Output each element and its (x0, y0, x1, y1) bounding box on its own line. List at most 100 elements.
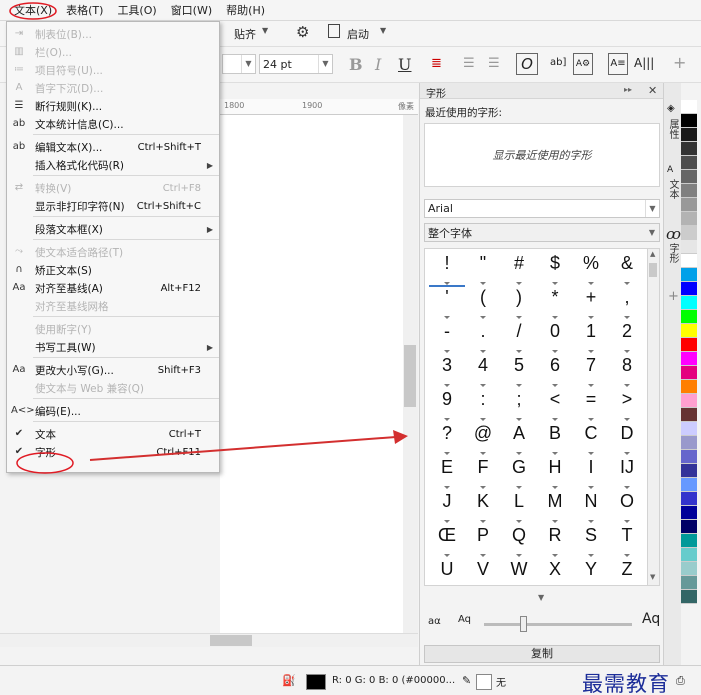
glyph-cell[interactable]: X (537, 559, 573, 585)
paste-dropdown-icon[interactable]: ▼ (262, 26, 268, 35)
menu-table[interactable]: 表格(T) (66, 2, 103, 18)
glyph-cell[interactable]: ' (429, 287, 465, 321)
palette-swatch[interactable] (681, 198, 697, 212)
glyph-cell[interactable]: 8 (609, 355, 645, 389)
palette-swatch[interactable] (681, 366, 697, 380)
glyph-cell[interactable]: M (537, 491, 573, 525)
drawing-canvas[interactable] (220, 115, 418, 633)
bullet-list-icon[interactable]: ☰ (463, 56, 475, 71)
palette-swatch[interactable] (681, 212, 697, 226)
palette-swatch[interactable] (681, 268, 697, 282)
glyph-cell[interactable]: / (501, 321, 537, 355)
palette-swatch[interactable] (681, 142, 697, 156)
glyph-cell[interactable]: I (573, 457, 609, 491)
menu-item[interactable]: Aa 更改大小写(G)... Shift+F3 (7, 361, 219, 379)
glyph-cell[interactable]: 6 (537, 355, 573, 389)
palette-swatch[interactable] (681, 282, 697, 296)
scroll-up-icon[interactable]: ▲ (650, 250, 655, 258)
glyph-cell[interactable]: C (573, 423, 609, 457)
palette-swatch[interactable] (681, 184, 697, 198)
menu-item[interactable]: ✔ 字形 Ctrl+F11 (7, 443, 219, 461)
palette-swatch[interactable] (681, 338, 697, 352)
glyph-scroll-thumb[interactable] (649, 263, 657, 277)
glyph-cell[interactable]: 9 (429, 389, 465, 423)
glyph-cell[interactable]: H (537, 457, 573, 491)
bold-icon[interactable]: B (349, 55, 363, 74)
tab-glyphs[interactable]: 字形 (666, 243, 680, 263)
glyph-cell[interactable]: - (429, 321, 465, 355)
expand-icon[interactable]: ▸▸ (624, 85, 632, 94)
palette-swatch[interactable] (681, 352, 697, 366)
copy-button[interactable]: 复制 (424, 645, 660, 663)
text-align-icon[interactable]: ≣ (431, 56, 442, 71)
glyph-cell[interactable]: B (537, 423, 573, 457)
glyph-cell[interactable]: R (537, 525, 573, 559)
menu-item[interactable]: A<> 编码(E)... (7, 402, 219, 420)
launch-button[interactable]: 启动 (347, 26, 369, 42)
palette-swatch[interactable] (681, 114, 697, 128)
glyph-cell[interactable]: . (465, 321, 501, 355)
glyph-cell[interactable]: P (465, 525, 501, 559)
glyph-grid-scrollbar[interactable]: ▲ ▼ (648, 248, 660, 586)
glyph-cell[interactable]: ; (501, 389, 537, 423)
palette-swatch[interactable] (681, 408, 697, 422)
menu-item[interactable]: Aa 对齐至基线(A) Alt+F12 (7, 279, 219, 297)
menu-item[interactable]: ab 编辑文本(X)... Ctrl+Shift+T (7, 138, 219, 156)
underline-icon[interactable]: U (398, 55, 411, 74)
palette-swatch[interactable] (681, 576, 697, 590)
edit-text-icon[interactable]: ab] (550, 57, 566, 68)
menu-window[interactable]: 窗口(W) (171, 2, 212, 18)
text-properties-icon[interactable]: A⚙ (573, 53, 593, 75)
glyph-cell[interactable]: 0 (537, 321, 573, 355)
glyph-cell[interactable]: L (501, 491, 537, 525)
menu-item[interactable]: 插入格式化代码(R) ▶ (7, 156, 219, 174)
printer-icon[interactable]: ⎙ (676, 674, 685, 688)
palette-swatch[interactable] (681, 520, 697, 534)
menu-item[interactable]: 书写工具(W) ▶ (7, 338, 219, 356)
glyph-cell[interactable]: Y (573, 559, 609, 585)
palette-swatch[interactable] (681, 240, 697, 254)
menu-tools[interactable]: 工具(O) (117, 2, 156, 18)
glyph-cell[interactable]: 1 (573, 321, 609, 355)
menu-help[interactable]: 帮助(H) (226, 2, 265, 18)
launch-dropdown-icon[interactable]: ▼ (380, 26, 386, 35)
menu-item[interactable]: ☰ 断行规则(K)... (7, 97, 219, 115)
palette-swatch[interactable] (681, 436, 697, 450)
vertical-text-icon[interactable]: A||| (634, 56, 654, 70)
glyph-range-select[interactable]: 整个字体 ▼ (424, 223, 660, 242)
tab-text[interactable]: 文本 (666, 179, 680, 199)
glyph-cell[interactable]: # (501, 253, 537, 287)
glyph-cell[interactable]: N (573, 491, 609, 525)
glyph-cell[interactable]: IJ (609, 457, 645, 491)
glyph-cell[interactable]: * (537, 287, 573, 321)
outline-color-swatch[interactable] (476, 674, 492, 690)
tab-properties[interactable]: 属性 (666, 119, 680, 139)
glyph-cell[interactable]: Z (609, 559, 645, 585)
glyph-cell[interactable]: D (609, 423, 645, 457)
fill-color-swatch[interactable] (306, 674, 326, 690)
close-icon[interactable]: ✕ (648, 84, 657, 97)
palette-swatch[interactable] (681, 128, 697, 142)
glyph-size-slider[interactable] (484, 623, 632, 626)
glyph-cell[interactable]: 7 (573, 355, 609, 389)
palette-swatch[interactable] (681, 548, 697, 562)
palette-swatch[interactable] (681, 422, 697, 436)
palette-swatch[interactable] (681, 310, 697, 324)
glyph-cell[interactable]: ? (429, 423, 465, 457)
glyph-cell[interactable]: F (465, 457, 501, 491)
glyph-cell[interactable]: V (465, 559, 501, 585)
palette-swatch[interactable] (681, 380, 697, 394)
glyph-cell[interactable]: Œ (429, 525, 465, 559)
glyph-cell[interactable]: 3 (429, 355, 465, 389)
glyph-cell[interactable]: W (501, 559, 537, 585)
glyph-cell[interactable]: < (537, 389, 573, 423)
glyph-size-slider-thumb[interactable] (520, 616, 527, 632)
glyph-cell[interactable]: $ (537, 253, 573, 287)
menu-item[interactable]: ab 文本统计信息(C)... (7, 115, 219, 133)
glyph-cell[interactable]: ! (429, 253, 465, 287)
small-glyph-size-icon[interactable]: aα (428, 616, 441, 627)
add-icon[interactable]: + (673, 53, 686, 72)
palette-swatch[interactable] (681, 254, 697, 268)
palette-swatch[interactable] (681, 394, 697, 408)
palette-swatch[interactable] (681, 492, 697, 506)
